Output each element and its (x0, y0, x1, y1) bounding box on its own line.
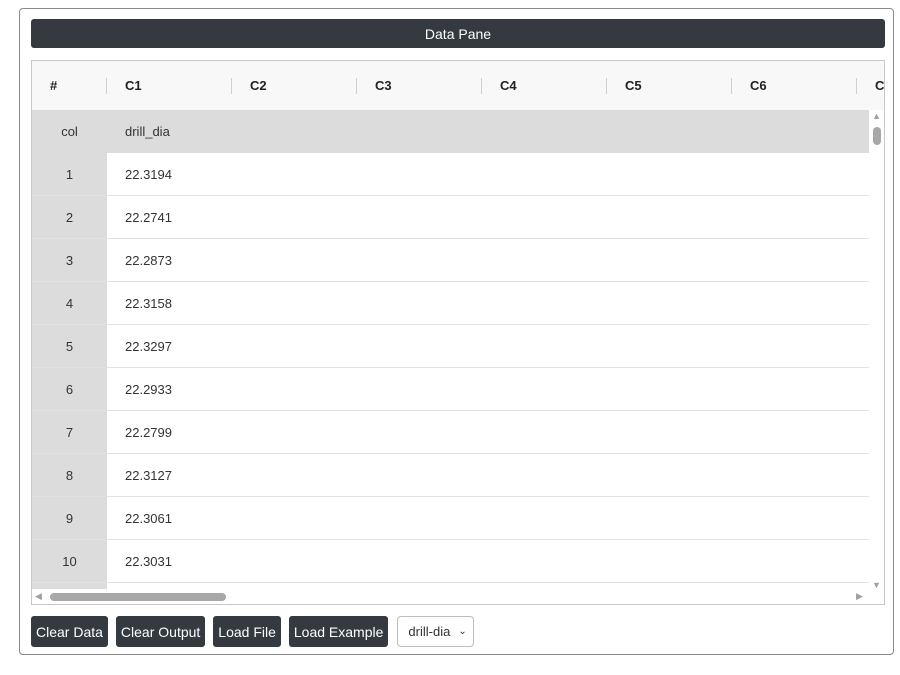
table-row: 8 22.3127 (32, 454, 871, 497)
table-row: 10 22.3031 (32, 540, 871, 583)
column-divider (231, 78, 232, 94)
column-divider (356, 78, 357, 94)
column-header-c7[interactable]: C7 (875, 61, 884, 110)
data-cell[interactable]: 22.3194 (125, 153, 172, 195)
row-index-cell: 3 (32, 239, 107, 281)
column-divider (481, 78, 482, 94)
table-row: 2 22.2741 (32, 196, 871, 239)
data-cell[interactable]: 22.3127 (125, 454, 172, 496)
grid-header-row: # C1 C2 C3 C4 C5 C6 C7 (32, 61, 884, 111)
column-header-c2[interactable]: C2 (250, 61, 267, 110)
column-name-cell[interactable]: drill_dia (125, 110, 170, 153)
row-index-cell: 5 (32, 325, 107, 367)
scroll-left-arrow-icon[interactable]: ◀ (35, 592, 42, 601)
data-cell[interactable]: 22.2741 (125, 196, 172, 238)
table-row: 7 22.2799 (32, 411, 871, 454)
load-example-button[interactable]: Load Example (288, 616, 389, 647)
grid-body: col drill_dia 1 22.3194 2 22.2741 3 22.2… (32, 110, 871, 590)
column-header-c3[interactable]: C3 (375, 61, 392, 110)
data-cell[interactable]: 22.2933 (125, 368, 172, 410)
table-row: 6 22.2933 (32, 368, 871, 411)
table-row: 3 22.2873 (32, 239, 871, 282)
vertical-scrollbar[interactable]: ▲ ▼ (869, 110, 884, 590)
row-index-cell: 7 (32, 411, 107, 453)
column-divider (106, 78, 107, 94)
example-dataset-select[interactable]: drill-dia ⌄ (397, 616, 474, 647)
data-cell[interactable]: 22.3158 (125, 282, 172, 324)
row-index-cell: 9 (32, 497, 107, 539)
horizontal-scroll-thumb[interactable] (50, 593, 226, 601)
data-cell[interactable]: 22.2873 (125, 239, 172, 281)
row-index-cell: 4 (32, 282, 107, 324)
pane-title: Data Pane (424, 25, 492, 42)
scroll-up-arrow-icon[interactable]: ▲ (872, 112, 881, 121)
load-file-button[interactable]: Load File (213, 616, 281, 647)
data-pane-panel: Data Pane # C1 C2 C3 C4 C5 C6 C7 col dri… (19, 8, 894, 655)
row-index-cell: 6 (32, 368, 107, 410)
clear-output-button[interactable]: Clear Output (115, 616, 206, 647)
column-header-index[interactable]: # (50, 61, 57, 110)
clear-data-button[interactable]: Clear Data (31, 616, 108, 647)
pane-header: Data Pane (31, 19, 885, 48)
column-divider (856, 78, 857, 94)
action-toolbar: Clear Data Clear Output Load File Load E… (31, 616, 474, 647)
data-cell[interactable]: 22.3061 (125, 497, 172, 539)
scroll-down-arrow-icon[interactable]: ▼ (872, 581, 881, 590)
column-header-c5[interactable]: C5 (625, 61, 642, 110)
row-index-cell: 10 (32, 540, 107, 582)
row-index-cell: 2 (32, 196, 107, 238)
row-index-cell: 8 (32, 454, 107, 496)
table-row: 9 22.3061 (32, 497, 871, 540)
horizontal-scrollbar[interactable]: ◀ ▶ (32, 589, 871, 604)
column-name-row: col drill_dia (32, 110, 871, 153)
row-index-cell: 1 (32, 153, 107, 195)
row-index-cell: col (32, 110, 107, 153)
data-cell[interactable]: 22.3031 (125, 540, 172, 582)
chevron-down-icon: ⌄ (458, 626, 467, 637)
scroll-right-arrow-icon[interactable]: ▶ (856, 592, 863, 601)
column-header-c6[interactable]: C6 (750, 61, 767, 110)
column-divider (731, 78, 732, 94)
table-row: 5 22.3297 (32, 325, 871, 368)
vertical-scroll-thumb[interactable] (873, 127, 881, 145)
data-cell[interactable]: 22.2799 (125, 411, 172, 453)
table-row: 4 22.3158 (32, 282, 871, 325)
column-divider (606, 78, 607, 94)
column-header-c1[interactable]: C1 (125, 61, 142, 110)
data-cell[interactable]: 22.3297 (125, 325, 172, 367)
column-header-c4[interactable]: C4 (500, 61, 517, 110)
example-select-value: drill-dia (408, 624, 451, 639)
table-row: 1 22.3194 (32, 153, 871, 196)
data-grid[interactable]: # C1 C2 C3 C4 C5 C6 C7 col drill_dia 1 2… (31, 60, 885, 605)
